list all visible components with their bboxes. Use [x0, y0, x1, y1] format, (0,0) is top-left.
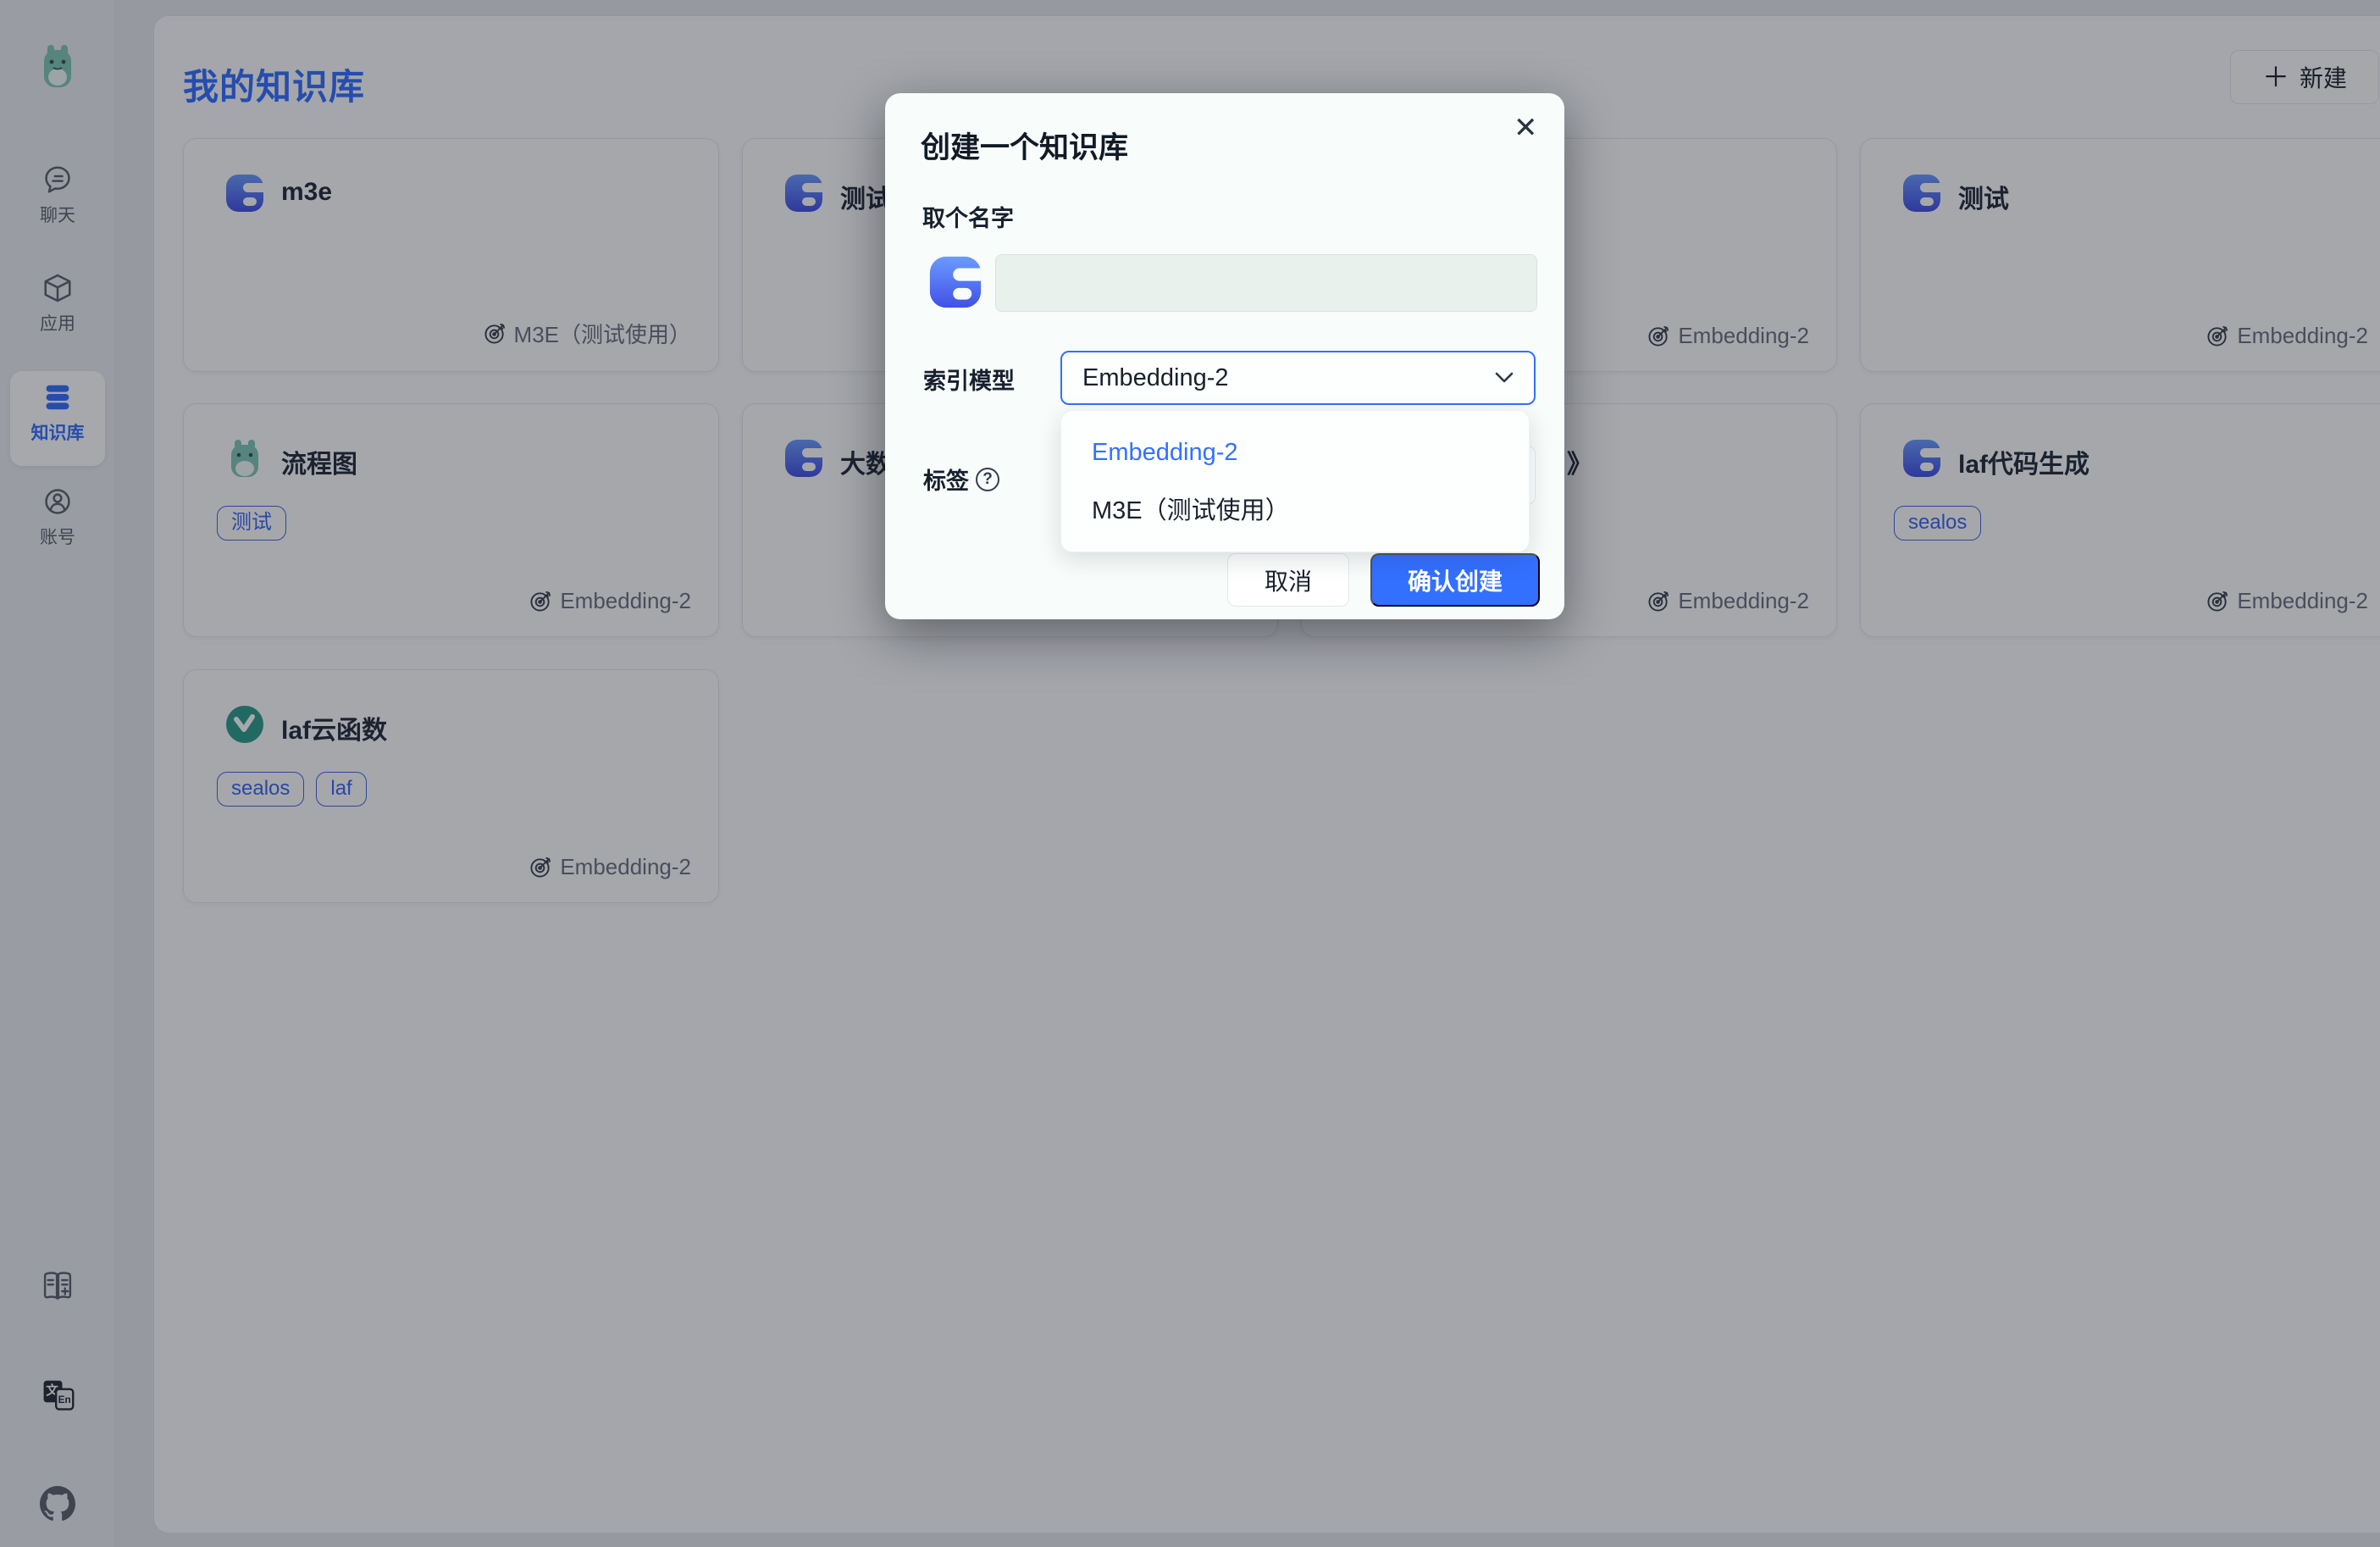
- chevron-down-icon: [1495, 372, 1514, 384]
- name-field-label: 取个名字: [922, 200, 1014, 233]
- confirm-create-button[interactable]: 确认创建: [1370, 553, 1540, 607]
- modal-title: 创建一个知识库: [921, 124, 1128, 167]
- model-field-label: 索引模型: [923, 363, 1015, 396]
- help-question-icon[interactable]: ?: [976, 468, 999, 491]
- create-kb-modal: 创建一个知识库 ✕ 取个名字 索引模型 Embedding-2 标签 ? Emb…: [885, 93, 1564, 619]
- tags-field-label: 标签 ?: [923, 463, 999, 496]
- index-model-select[interactable]: Embedding-2: [1060, 351, 1536, 405]
- cancel-button[interactable]: 取消: [1227, 553, 1349, 607]
- tags-field-label-text: 标签: [923, 463, 969, 496]
- index-model-dropdown-menu: Embedding-2 M3E（测试使用）: [1060, 410, 1530, 552]
- kb-name-input[interactable]: [995, 254, 1537, 312]
- index-model-value: Embedding-2: [1082, 364, 1229, 392]
- kb-avatar-picker[interactable]: [927, 254, 983, 310]
- close-icon[interactable]: ✕: [1514, 114, 1538, 142]
- dropdown-option-m3e[interactable]: M3E（测试使用）: [1061, 480, 1529, 536]
- dropdown-option-embedding-2[interactable]: Embedding-2: [1061, 424, 1529, 480]
